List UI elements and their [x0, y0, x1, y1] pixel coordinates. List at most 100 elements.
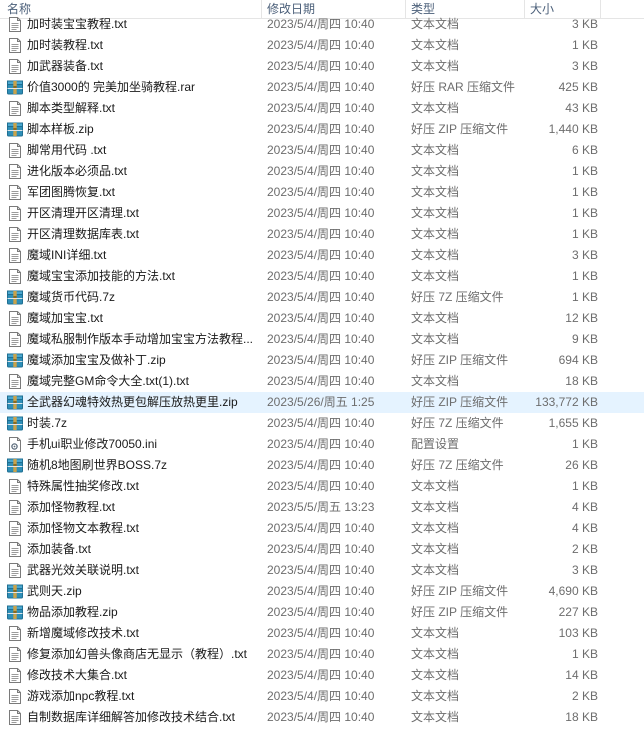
file-modified-date: 2023/5/4/周四 10:40	[267, 290, 375, 304]
archive-icon	[7, 289, 23, 306]
file-type: 文本文档	[411, 710, 460, 724]
file-modified-date: 2023/5/4/周四 10:40	[267, 416, 375, 430]
text-file-icon	[7, 688, 23, 705]
file-row[interactable]: 修改技术大集合.txt 2023/5/4/周四 10:40 文本文档 14 KB	[0, 665, 644, 686]
file-modified-date: 2023/5/4/周四 10:40	[267, 17, 375, 31]
file-type: 文本文档	[411, 164, 460, 178]
file-modified-date: 2023/5/4/周四 10:40	[267, 689, 375, 703]
file-row[interactable]: 武则天.zip 2023/5/4/周四 10:40 好压 ZIP 压缩文件 4,690…	[0, 581, 644, 602]
file-size: 9 KB	[571, 332, 598, 346]
file-modified-date: 2023/5/4/周四 10:40	[267, 164, 375, 178]
file-row[interactable]: 加武器装备.txt 2023/5/4/周四 10:40 文本文档 3 KB	[0, 56, 644, 77]
file-name: 添加怪物文本教程.txt	[27, 521, 140, 535]
file-row[interactable]: 全武器幻魂特效热更包解压放热更里.zip 2023/5/26/周五 1:25 好压 …	[0, 392, 644, 413]
text-file-icon	[7, 310, 23, 327]
file-size: 12 KB	[565, 311, 598, 325]
file-name: 魔域宝宝添加技能的方法.txt	[27, 269, 176, 283]
text-file-icon	[7, 499, 23, 516]
file-size: 3 KB	[571, 563, 598, 577]
file-size: 1 KB	[571, 38, 598, 52]
file-type: 文本文档	[411, 563, 460, 577]
file-row[interactable]: 开区清理数据库表.txt 2023/5/4/周四 10:40 文本文档 1 KB	[0, 224, 644, 245]
file-name: 加时装教程.txt	[27, 38, 104, 52]
file-size: 103 KB	[558, 626, 598, 640]
file-name: 开区清理开区清理.txt	[27, 206, 140, 220]
file-name: 魔域完整GM命令大全.txt(1).txt	[27, 374, 190, 388]
text-file-icon	[7, 625, 23, 642]
archive-icon	[7, 604, 23, 621]
file-row[interactable]: 脚常用代码 .txt 2023/5/4/周四 10:40 文本文档 6 KB	[0, 140, 644, 161]
file-row[interactable]: 魔域私服制作版本手动增加宝宝方法教程... 2023/5/4/周四 10:40 文本…	[0, 329, 644, 350]
file-name: 武则天.zip	[27, 584, 82, 598]
file-name: 自制数据库详细解答加修改技术结合.txt	[27, 710, 236, 724]
file-row[interactable]: 游戏添加npc教程.txt 2023/5/4/周四 10:40 文本文档 2 KB	[0, 686, 644, 707]
file-row[interactable]: 魔域INI详细.txt 2023/5/4/周四 10:40 文本文档 3 KB	[0, 245, 644, 266]
file-row[interactable]: 添加装备.txt 2023/5/4/周四 10:40 文本文档 2 KB	[0, 539, 644, 560]
file-type: 文本文档	[411, 206, 460, 220]
file-row[interactable]: 魔域宝宝添加技能的方法.txt 2023/5/4/周四 10:40 文本文档 1 KB	[0, 266, 644, 287]
file-row[interactable]: 自制数据库详细解答加修改技术结合.txt 2023/5/4/周四 10:40 文本文…	[0, 707, 644, 728]
file-row[interactable]: 魔域添加宝宝及做补丁.zip 2023/5/4/周四 10:40 好压 ZIP 压缩…	[0, 350, 644, 371]
file-type: 文本文档	[411, 269, 460, 283]
file-type: 文本文档	[411, 143, 460, 157]
file-row[interactable]: 进化版本必须品.txt 2023/5/4/周四 10:40 文本文档 1 KB	[0, 161, 644, 182]
file-size: 6 KB	[571, 143, 598, 157]
text-file-icon	[7, 205, 23, 222]
text-file-icon	[7, 478, 23, 495]
file-name: 加时装宝宝教程.txt	[27, 17, 128, 31]
file-row[interactable]: 新增魔域修改技术.txt 2023/5/4/周四 10:40 文本文档 103 KB	[0, 623, 644, 644]
file-row[interactable]: 魔域货币代码.7z 2023/5/4/周四 10:40 好压 7Z 压缩文件 1 KB	[0, 287, 644, 308]
file-type: 文本文档	[411, 689, 460, 703]
file-size: 1 KB	[571, 227, 598, 241]
file-size: 18 KB	[565, 374, 598, 388]
file-size: 1 KB	[571, 185, 598, 199]
file-type: 文本文档	[411, 59, 460, 73]
file-row[interactable]: 特殊属性抽奖修改.txt 2023/5/4/周四 10:40 文本文档 1 KB	[0, 476, 644, 497]
file-name: 魔域私服制作版本手动增加宝宝方法教程...	[27, 332, 254, 346]
file-size: 2 KB	[571, 542, 598, 556]
file-type: 文本文档	[411, 626, 460, 640]
file-row[interactable]: 手机ui职业修改70050.ini 2023/5/4/周四 10:40 配置设置 1 …	[0, 434, 644, 455]
file-type: 文本文档	[411, 542, 460, 556]
file-modified-date: 2023/5/4/周四 10:40	[267, 584, 375, 598]
file-name: 魔域添加宝宝及做补丁.zip	[27, 353, 166, 367]
file-row[interactable]: 脚本类型解释.txt 2023/5/4/周四 10:40 文本文档 43 KB	[0, 98, 644, 119]
file-type: 文本文档	[411, 38, 460, 52]
text-file-icon	[7, 142, 23, 159]
file-row[interactable]: 加时装教程.txt 2023/5/4/周四 10:40 文本文档 1 KB	[0, 35, 644, 56]
file-row[interactable]: 武器光效关联说明.txt 2023/5/4/周四 10:40 文本文档 3 KB	[0, 560, 644, 581]
file-size: 3 KB	[571, 59, 598, 73]
file-row[interactable]: 魔域完整GM命令大全.txt(1).txt 2023/5/4/周四 10:40 文本…	[0, 371, 644, 392]
file-name: 修改技术大集合.txt	[27, 668, 128, 682]
file-type: 文本文档	[411, 647, 460, 661]
file-modified-date: 2023/5/4/周四 10:40	[267, 563, 375, 577]
file-name: 脚本样板.zip	[27, 122, 94, 136]
file-row[interactable]: 军团图腾恢复.txt 2023/5/4/周四 10:40 文本文档 1 KB	[0, 182, 644, 203]
file-row[interactable]: 价值3000的 完美加坐骑教程.rar 2023/5/4/周四 10:40 好压 R…	[0, 77, 644, 98]
file-type: 文本文档	[411, 332, 460, 346]
file-modified-date: 2023/5/4/周四 10:40	[267, 647, 375, 661]
file-name: 添加装备.txt	[27, 542, 92, 556]
file-name: 军团图腾恢复.txt	[27, 185, 116, 199]
text-file-icon	[7, 541, 23, 558]
file-size: 26 KB	[565, 458, 598, 472]
text-file-icon	[7, 247, 23, 264]
file-row[interactable]: 随机8地图刷世界BOSS.7z 2023/5/4/周四 10:40 好压 7Z 压缩…	[0, 455, 644, 476]
file-type: 文本文档	[411, 521, 460, 535]
file-row[interactable]: 魔域加宝宝.txt 2023/5/4/周四 10:40 文本文档 12 KB	[0, 308, 644, 329]
file-row[interactable]: 修复添加幻兽头像商店无显示（教程）.txt 2023/5/4/周四 10:40 文本…	[0, 644, 644, 665]
file-modified-date: 2023/5/4/周四 10:40	[267, 80, 375, 94]
file-row[interactable]: 时装.7z 2023/5/4/周四 10:40 好压 7Z 压缩文件 1,655 KB	[0, 413, 644, 434]
file-size: 1 KB	[571, 206, 598, 220]
file-row[interactable]: 脚本样板.zip 2023/5/4/周四 10:40 好压 ZIP 压缩文件 1,44…	[0, 119, 644, 140]
file-size: 14 KB	[565, 668, 598, 682]
file-row[interactable]: 开区清理开区清理.txt 2023/5/4/周四 10:40 文本文档 1 KB	[0, 203, 644, 224]
file-row[interactable]: 物品添加教程.zip 2023/5/4/周四 10:40 好压 ZIP 压缩文件 22…	[0, 602, 644, 623]
file-modified-date: 2023/5/4/周四 10:40	[267, 458, 375, 472]
file-row[interactable]: 添加怪物教程.txt 2023/5/5/周五 13:23 文本文档 4 KB	[0, 497, 644, 518]
file-size: 3 KB	[571, 17, 598, 31]
file-name: 时装.7z	[27, 416, 68, 430]
file-row[interactable]: 加时装宝宝教程.txt 2023/5/4/周四 10:40 文本文档 3 KB	[0, 14, 644, 35]
file-size: 227 KB	[558, 605, 598, 619]
file-row[interactable]: 添加怪物文本教程.txt 2023/5/4/周四 10:40 文本文档 4 KB	[0, 518, 644, 539]
